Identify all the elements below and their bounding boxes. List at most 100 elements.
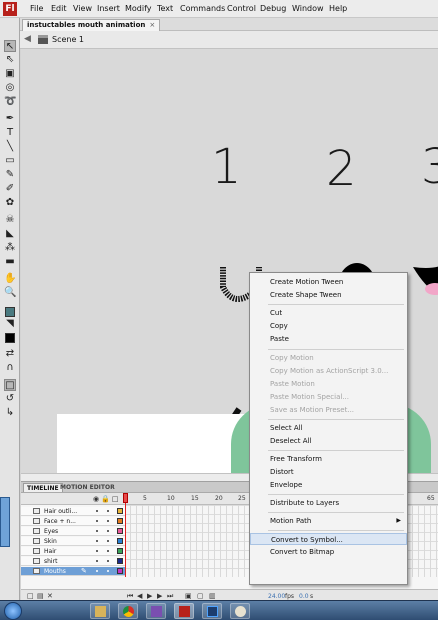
bone-tool-icon[interactable]: ☠ — [4, 214, 16, 226]
back-arrow-icon[interactable]: ◀ — [24, 34, 34, 44]
menu-item-cut[interactable]: Cut — [250, 307, 407, 319]
swap-colors-icon[interactable]: ⇄ — [4, 348, 16, 360]
menu-view[interactable]: View — [73, 4, 92, 13]
menu-item-distribute-to-layers[interactable]: Distribute to Layers — [250, 497, 407, 509]
onion-outline-icon[interactable]: ▢ — [197, 592, 204, 600]
subselection-tool-icon[interactable]: ⇖ — [4, 54, 16, 66]
free-transform-tool-icon[interactable]: ▣ — [4, 68, 16, 80]
menu-help[interactable]: Help — [329, 4, 347, 13]
layer-outline-color[interactable] — [117, 528, 123, 534]
menu-file[interactable]: File — [30, 4, 43, 13]
delete-layer-icon[interactable]: ✕ — [47, 592, 53, 600]
layer-outline-color[interactable] — [117, 568, 123, 574]
lock-dot[interactable] — [107, 520, 109, 522]
layer-outline-color[interactable] — [117, 558, 123, 564]
layer-row-hair[interactable]: Hair — [21, 547, 125, 556]
snap-magnet-icon[interactable]: ∩ — [4, 362, 16, 374]
lock-dot[interactable] — [107, 560, 109, 562]
eraser-tool-icon[interactable]: ▬ — [4, 256, 16, 268]
lock-dot[interactable] — [107, 570, 109, 572]
selection-tool-icon[interactable]: ↖ — [4, 40, 16, 52]
menu-item-free-transform[interactable]: Free Transform — [250, 453, 407, 465]
menu-insert[interactable]: Insert — [97, 4, 120, 13]
windows-explorer-icon[interactable] — [90, 603, 110, 619]
layer-row-shirt[interactable]: shirt — [21, 557, 125, 566]
zoom-tool-icon[interactable]: 🔍 — [4, 287, 16, 299]
layer-outline-color[interactable] — [117, 548, 123, 554]
menu-item-motion-path[interactable]: Motion Path ▶ — [250, 515, 407, 527]
new-folder-icon[interactable]: ▤ — [37, 592, 44, 600]
visibility-dot[interactable] — [96, 560, 98, 562]
visibility-dot[interactable] — [96, 550, 98, 552]
menu-debug[interactable]: Debug — [260, 4, 286, 13]
new-layer-icon[interactable]: □ — [27, 592, 34, 600]
menu-item-create-motion-tween[interactable]: Create Motion Tween — [250, 276, 407, 288]
chrome-icon[interactable] — [118, 603, 138, 619]
menu-edit[interactable]: Edit — [51, 4, 67, 13]
menu-item-copy[interactable]: Copy — [250, 320, 407, 332]
menu-modify[interactable]: Modify — [125, 4, 152, 13]
document-tab[interactable]: instuctables mouth animation × — [22, 19, 161, 31]
menu-item-distort[interactable]: Distort — [250, 466, 407, 478]
menu-item-deselect-all[interactable]: Deselect All — [250, 435, 407, 447]
menu-item-create-shape-tween[interactable]: Create Shape Tween — [250, 289, 407, 301]
scene-label[interactable]: Scene 1 — [52, 35, 84, 44]
straighten-icon[interactable]: ↳ — [4, 407, 16, 419]
eye-lock-outline-icons[interactable]: ◉🔒□ — [93, 495, 120, 503]
time-value[interactable]: 0.0 — [299, 593, 309, 600]
start-button[interactable] — [4, 602, 22, 620]
brush-tool-icon[interactable]: ✐ — [4, 183, 16, 195]
menu-item-envelope[interactable]: Envelope — [250, 479, 407, 491]
lock-dot[interactable] — [107, 510, 109, 512]
playhead[interactable] — [125, 493, 129, 577]
text-tool-icon[interactable]: T — [4, 127, 16, 139]
lock-dot[interactable] — [107, 550, 109, 552]
visibility-dot[interactable] — [96, 530, 98, 532]
layer-outline-color[interactable] — [117, 538, 123, 544]
pencil-tool-icon[interactable]: ✎ — [4, 169, 16, 181]
menu-control[interactable]: Control — [227, 4, 256, 13]
layer-row-mouths[interactable]: Mouths ✎ — [21, 567, 125, 576]
layer-row-hair-outline[interactable]: Hair outli... — [21, 507, 125, 516]
layer-row-skin[interactable]: Skin — [21, 537, 125, 546]
layer-row-eyes[interactable]: Eyes — [21, 527, 125, 536]
photoshop-icon[interactable] — [202, 603, 222, 619]
layer-row-face[interactable]: Face + n... — [21, 517, 125, 526]
deco-tool-icon[interactable]: ✿ — [4, 197, 16, 209]
eyedropper-tool-icon[interactable]: ⁂ — [4, 242, 16, 254]
hand-tool-icon[interactable]: ✋ — [4, 273, 16, 285]
close-icon[interactable]: × — [149, 21, 155, 29]
lock-dot[interactable] — [107, 540, 109, 542]
visibility-dot[interactable] — [96, 540, 98, 542]
paint-icon[interactable] — [230, 603, 250, 619]
menu-window[interactable]: Window — [292, 4, 324, 13]
smooth-icon[interactable]: ↺ — [4, 393, 16, 405]
lasso-tool-icon[interactable]: ➰ — [4, 96, 16, 108]
paint-bucket-icon[interactable]: ◥ — [4, 318, 16, 330]
media-icon[interactable] — [146, 603, 166, 619]
fps-value[interactable]: 24.00 — [268, 593, 285, 600]
lock-dot[interactable] — [107, 530, 109, 532]
rectangle-tool-icon[interactable]: ▭ — [4, 155, 16, 167]
visibility-dot[interactable] — [96, 570, 98, 572]
paint-bucket-tool-icon[interactable]: ◣ — [4, 228, 16, 240]
onion-skin-icon[interactable]: ▣ — [185, 592, 192, 600]
layer-outline-color[interactable] — [117, 518, 123, 524]
menu-item-paste[interactable]: Paste — [250, 333, 407, 345]
pen-tool-icon[interactable]: ✒ — [4, 113, 16, 125]
visibility-dot[interactable] — [96, 510, 98, 512]
menu-item-select-all[interactable]: Select All — [250, 422, 407, 434]
menu-item-convert-to-symbol[interactable]: Convert to Symbol... — [250, 533, 407, 545]
menu-commands[interactable]: Commands — [180, 4, 225, 13]
menu-item-convert-to-bitmap[interactable]: Convert to Bitmap — [250, 546, 407, 558]
playhead-handle[interactable] — [123, 493, 128, 503]
layer-outline-color[interactable] — [117, 508, 123, 514]
menu-text[interactable]: Text — [157, 4, 173, 13]
3d-rotation-tool-icon[interactable]: ◎ — [4, 82, 16, 94]
fill-color-swatch[interactable] — [5, 333, 15, 343]
stroke-color-swatch[interactable] — [5, 307, 15, 317]
object-drawing-icon[interactable]: □ — [4, 379, 16, 391]
play-icon[interactable]: ▶ — [147, 592, 152, 600]
edit-multiple-frames-icon[interactable]: ▥ — [209, 592, 216, 600]
flash-icon[interactable] — [174, 603, 194, 619]
